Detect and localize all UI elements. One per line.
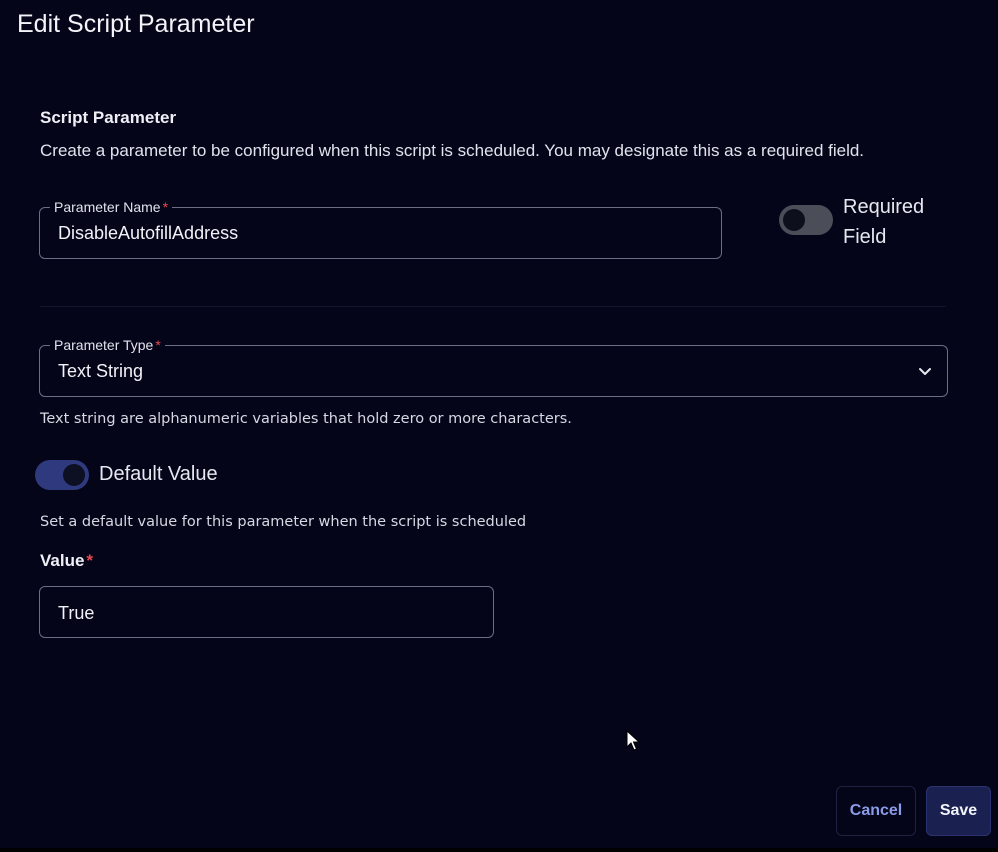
default-value-label: Default Value xyxy=(99,463,218,485)
required-marker: * xyxy=(155,337,161,353)
edit-script-parameter-dialog: Edit Script Parameter Script Parameter C… xyxy=(0,0,998,852)
parameter-type-label: Parameter Type * xyxy=(50,336,165,354)
parameter-name-input[interactable]: Parameter Name * DisableAutofillAddress xyxy=(39,198,722,259)
value-label: Value * xyxy=(40,551,94,570)
dialog-title: Edit Script Parameter xyxy=(17,10,255,38)
mouse-pointer-icon xyxy=(626,730,640,751)
value-text: True xyxy=(58,603,95,623)
divider xyxy=(40,306,946,307)
required-marker: * xyxy=(86,551,94,570)
toggle-knob xyxy=(63,464,85,486)
value-input[interactable]: True xyxy=(39,586,494,638)
parameter-type-value: Text String xyxy=(58,361,144,381)
parameter-name-value: DisableAutofillAddress xyxy=(58,223,239,243)
parameter-type-select[interactable]: Parameter Type * Text String xyxy=(39,336,948,397)
toggle-knob xyxy=(783,209,805,231)
parameter-type-helper: Text string are alphanumeric variables t… xyxy=(40,411,572,427)
required-field-label: Required Field xyxy=(843,196,925,248)
section-description: Create a parameter to be configured when… xyxy=(40,141,865,160)
default-value-helper: Set a default value for this parameter w… xyxy=(40,514,527,530)
parameter-name-label: Parameter Name * xyxy=(50,198,173,216)
required-marker: * xyxy=(162,199,169,215)
required-field-toggle[interactable] xyxy=(779,205,833,235)
cancel-button[interactable]: Cancel xyxy=(836,786,916,836)
save-button[interactable]: Save xyxy=(926,786,991,836)
section-title: Script Parameter xyxy=(40,108,177,127)
default-value-toggle[interactable] xyxy=(35,460,89,490)
chevron-down-icon xyxy=(919,368,931,375)
bottom-edge xyxy=(0,848,998,852)
